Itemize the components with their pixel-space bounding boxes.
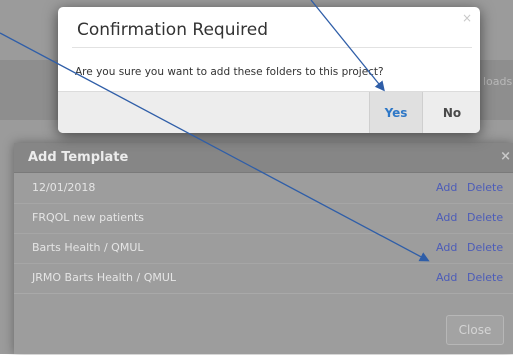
template-row: 12/01/2018 Add Delete — [14, 173, 513, 204]
template-add-link[interactable]: Add — [436, 181, 457, 194]
add-template-dialog: Add Template × 12/01/2018 Add Delete FRQ… — [14, 143, 513, 354]
close-button[interactable]: Close — [446, 315, 504, 345]
template-name: FRQOL new patients — [32, 211, 145, 224]
add-template-header: Add Template × — [14, 143, 513, 173]
yes-button[interactable]: Yes — [369, 92, 423, 133]
background-header-text: loads — [483, 75, 513, 88]
confirmation-dialog: Confirmation Required × Are you sure you… — [58, 7, 480, 133]
template-add-link[interactable]: Add — [436, 241, 457, 254]
template-name: Barts Health / QMUL — [32, 241, 144, 254]
add-template-title: Add Template — [28, 150, 129, 165]
template-row: Barts Health / QMUL Add Delete — [14, 233, 513, 264]
template-add-link[interactable]: Add — [436, 211, 457, 224]
template-delete-link[interactable]: Delete — [467, 241, 503, 254]
no-button[interactable]: No — [424, 92, 480, 133]
template-row: FRQOL new patients Add Delete — [14, 203, 513, 234]
confirmation-title: Confirmation Required — [77, 20, 269, 40]
add-template-close-icon[interactable]: × — [500, 149, 511, 164]
template-delete-link[interactable]: Delete — [467, 211, 503, 224]
confirmation-footer: Yes No — [58, 91, 480, 133]
divider — [72, 47, 472, 48]
add-template-footer: Close — [14, 293, 513, 355]
template-name: 12/01/2018 — [32, 181, 96, 194]
confirmation-message: Are you sure you want to add these folde… — [75, 66, 384, 78]
template-delete-link[interactable]: Delete — [467, 181, 503, 194]
template-row: JRMO Barts Health / QMUL Add Delete — [14, 263, 513, 294]
template-add-link[interactable]: Add — [436, 271, 457, 284]
template-delete-link[interactable]: Delete — [467, 271, 503, 284]
close-icon[interactable]: × — [462, 11, 472, 25]
template-name: JRMO Barts Health / QMUL — [32, 271, 177, 284]
